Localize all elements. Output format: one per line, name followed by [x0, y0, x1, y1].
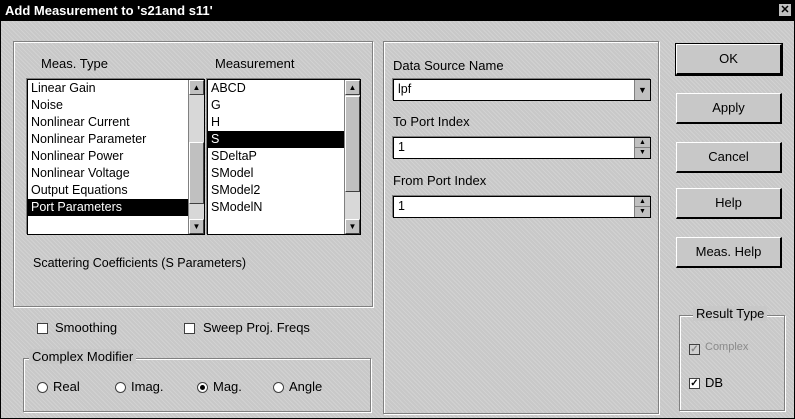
spin-up-icon[interactable]: ▲: [635, 197, 650, 207]
to-port-index-input[interactable]: 1 ▲ ▼: [393, 137, 651, 159]
radio-imag[interactable]: [115, 382, 126, 393]
radio-imag-label[interactable]: Imag.: [131, 379, 164, 394]
meas-type-list[interactable]: Linear Gain Noise Nonlinear Current Nonline…: [27, 79, 205, 235]
meas-type-list-item[interactable]: Noise: [28, 97, 188, 114]
to-port-spinner[interactable]: ▲ ▼: [634, 138, 650, 158]
ok-button[interactable]: OK: [675, 43, 783, 76]
measurement-scrollbar[interactable]: ▲ ▼: [344, 80, 360, 234]
from-port-index-input[interactable]: 1 ▲ ▼: [393, 196, 651, 218]
sweep-proj-freqs-label[interactable]: Sweep Proj. Freqs: [203, 320, 310, 335]
meas-type-list-item[interactable]: Nonlinear Voltage: [28, 165, 188, 182]
data-source-select[interactable]: lpf ▼: [393, 79, 651, 101]
meas-type-list-item[interactable]: Linear Gain: [28, 80, 188, 97]
window-title: Add Measurement to 's21and s11': [5, 3, 213, 18]
scroll-thumb[interactable]: [345, 96, 360, 192]
measurement-list-item[interactable]: ABCD: [208, 80, 344, 97]
meas-type-list-item[interactable]: Output Equations: [28, 182, 188, 199]
add-measurement-dialog: Add Measurement to 's21and s11' ✕ Meas. …: [0, 0, 795, 419]
result-type-legend: Result Type: [693, 306, 768, 321]
meas-type-scrollbar[interactable]: ▲ ▼: [188, 80, 204, 234]
radio-real-label[interactable]: Real: [53, 379, 80, 394]
close-icon[interactable]: ✕: [779, 4, 791, 16]
db-checkbox[interactable]: ✓: [689, 378, 700, 389]
scroll-down-icon[interactable]: ▼: [189, 219, 204, 234]
spin-down-icon[interactable]: ▼: [635, 148, 650, 158]
measurement-list-item[interactable]: S: [208, 131, 344, 148]
measurement-list-item[interactable]: H: [208, 114, 344, 131]
smoothing-checkbox[interactable]: [37, 323, 48, 334]
scroll-thumb[interactable]: [189, 142, 204, 204]
complex-modifier-legend: Complex Modifier: [29, 349, 137, 364]
result-type-group: [679, 315, 785, 411]
chevron-down-icon[interactable]: ▼: [634, 80, 650, 100]
complex-checkbox[interactable]: ✓: [689, 344, 700, 355]
scroll-up-icon[interactable]: ▲: [189, 80, 204, 95]
radio-angle[interactable]: [273, 382, 284, 393]
meas-help-button[interactable]: Meas. Help: [676, 237, 782, 268]
measurement-list[interactable]: ABCD G H S SDeltaP SModel SModel2 SModelN ▲ ▼: [207, 79, 361, 235]
radio-mag-label[interactable]: Mag.: [213, 379, 242, 394]
apply-button[interactable]: Apply: [676, 93, 782, 124]
measurement-list-item[interactable]: SModelN: [208, 199, 344, 216]
spin-down-icon[interactable]: ▼: [635, 207, 650, 217]
radio-mag[interactable]: [197, 382, 208, 393]
to-port-label: To Port Index: [393, 114, 470, 129]
meas-type-label: Meas. Type: [41, 56, 108, 71]
meas-type-list-item[interactable]: Nonlinear Current: [28, 114, 188, 131]
measurement-list-item[interactable]: SModel: [208, 165, 344, 182]
smoothing-label[interactable]: Smoothing: [55, 320, 117, 335]
radio-real[interactable]: [37, 382, 48, 393]
measurement-label: Measurement: [215, 56, 295, 71]
meas-type-list-item[interactable]: Nonlinear Power: [28, 148, 188, 165]
title-bar: Add Measurement to 's21and s11' ✕: [1, 1, 794, 21]
scroll-up-icon[interactable]: ▲: [345, 80, 360, 95]
meas-type-list-item[interactable]: Nonlinear Parameter: [28, 131, 188, 148]
measurement-list-item[interactable]: G: [208, 97, 344, 114]
help-button[interactable]: Help: [676, 188, 782, 219]
scroll-down-icon[interactable]: ▼: [345, 219, 360, 234]
from-port-spinner[interactable]: ▲ ▼: [634, 197, 650, 217]
data-source-label: Data Source Name: [393, 58, 504, 73]
from-port-label: From Port Index: [393, 173, 487, 188]
radio-angle-label[interactable]: Angle: [289, 379, 322, 394]
sweep-proj-freqs-checkbox[interactable]: [184, 323, 195, 334]
db-label[interactable]: DB: [705, 375, 723, 390]
cancel-button[interactable]: Cancel: [676, 142, 782, 173]
spin-up-icon[interactable]: ▲: [635, 138, 650, 148]
measurement-list-item[interactable]: SDeltaP: [208, 148, 344, 165]
measurement-list-item[interactable]: SModel2: [208, 182, 344, 199]
complex-label: Complex: [705, 341, 749, 353]
meas-type-list-item[interactable]: Port Parameters: [28, 199, 188, 216]
measurement-description: Scattering Coefficients (S Parameters): [33, 256, 247, 270]
